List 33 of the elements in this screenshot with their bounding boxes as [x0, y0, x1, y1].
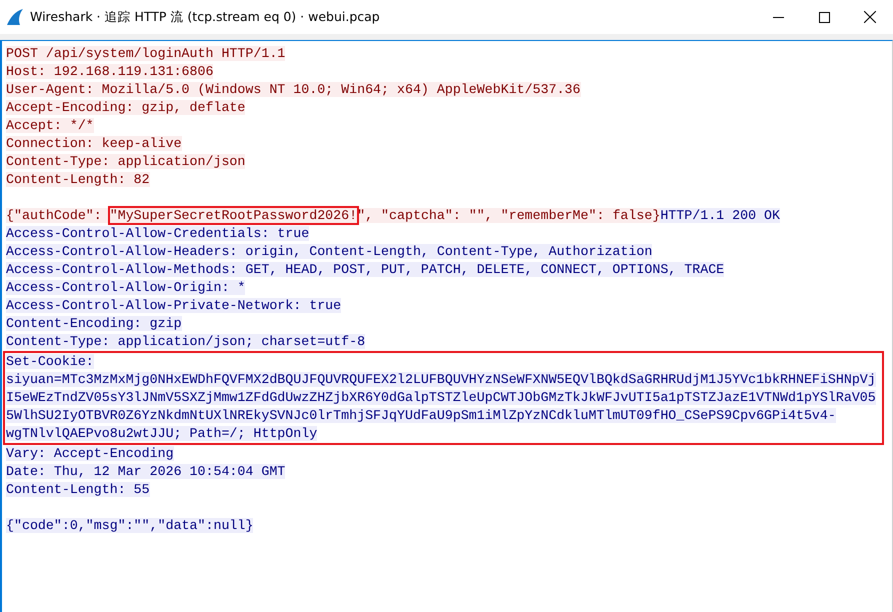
maximize-icon	[818, 12, 830, 22]
server-text: Date: Thu, 12 Mar 2026 10:54:04 GMT	[6, 464, 286, 479]
shark-fin-icon	[6, 8, 24, 26]
server-text: {"code":0,"msg":"","data":null}	[6, 518, 254, 533]
server-text: Access-Control-Allow-Headers: origin, Content-Length, Content-Type, Authorization	[6, 244, 652, 259]
client-text: User-Agent: Mozilla/5.0 (Windows NT 10.0; Win64; x64) AppleWebKit/537.36	[6, 82, 581, 97]
client-text: Accept-Encoding: gzip, deflate	[6, 100, 246, 115]
close-icon	[864, 11, 876, 23]
server-text: Content-Length: 55	[6, 482, 150, 497]
server-text: Set-Cookie:	[6, 354, 94, 369]
server-text: Content-Type: application/json; charset=utf-8	[6, 334, 366, 349]
client-text: Host: 192.168.119.131:6806	[6, 64, 214, 79]
client-text: Accept: */*	[6, 118, 94, 133]
server-text: wgTNlvlQAEPvo8u2wtJJU; Path=/; HttpOnly	[6, 426, 318, 441]
client-text: {"authCode":	[6, 208, 110, 223]
server-text: HTTP/1.1 200 OK	[660, 208, 780, 223]
client-text: "MySuperSecretRootPassword2026!	[110, 208, 358, 223]
server-text: Content-Encoding: gzip	[6, 316, 182, 331]
server-text: 5WlhSU2IyOTBVR0Z6YzNkdmNtUXlNREkySVNJc0lrTmhjSFJqYUdFaU9pSm1iMlZpYzNCdkluMTlmUT09fHO_CSePS9Cpv6GPi4t5v4-	[6, 408, 836, 423]
server-text: siyuan=MTc3MzMxMjg0NHxEWDhFQVFMX2dBQUJFQUVRQUFEX2l2LUFBQUVHYzNSeWFXNW5EQVlBQkdSaGRHRUdjM1J5YVc1bkRHNEFiSHNpVj	[6, 372, 876, 387]
stream-text-area[interactable]	[0, 40, 893, 612]
server-text: Access-Control-Allow-Origin: *	[6, 280, 246, 295]
server-text: I5eWEzTndZV05sY3lJNmV5SXZjMmw1ZFdGdUwzZHZjbXR6Y0dGalpTSTZleUpCWTJObGMzTkJkWFJvUTI5a1pTSTZJazE1VTNWd1pYSlRaV05	[6, 390, 876, 405]
client-text: Connection: keep-alive	[6, 136, 182, 151]
server-text: Vary: Accept-Encoding	[6, 446, 174, 461]
client-text: Content-Type: application/json	[6, 154, 246, 169]
server-text: Access-Control-Allow-Credentials: true	[6, 226, 310, 241]
client-text: POST /api/system/loginAuth HTTP/1.1	[6, 46, 286, 61]
client-text: ", "captcha": "", "rememberMe": false}	[357, 208, 660, 223]
server-text: Access-Control-Allow-Methods: GET, HEAD, POST, PUT, PATCH, DELETE, CONNECT, OPTIONS, TRACE	[6, 262, 724, 277]
server-text: Access-Control-Allow-Private-Network: true	[6, 298, 342, 313]
client-text: Content-Length: 82	[6, 172, 150, 187]
window-title: Wireshark · 追踪 HTTP 流 (tcp.stream eq 0) · webui.pcap	[30, 8, 381, 26]
